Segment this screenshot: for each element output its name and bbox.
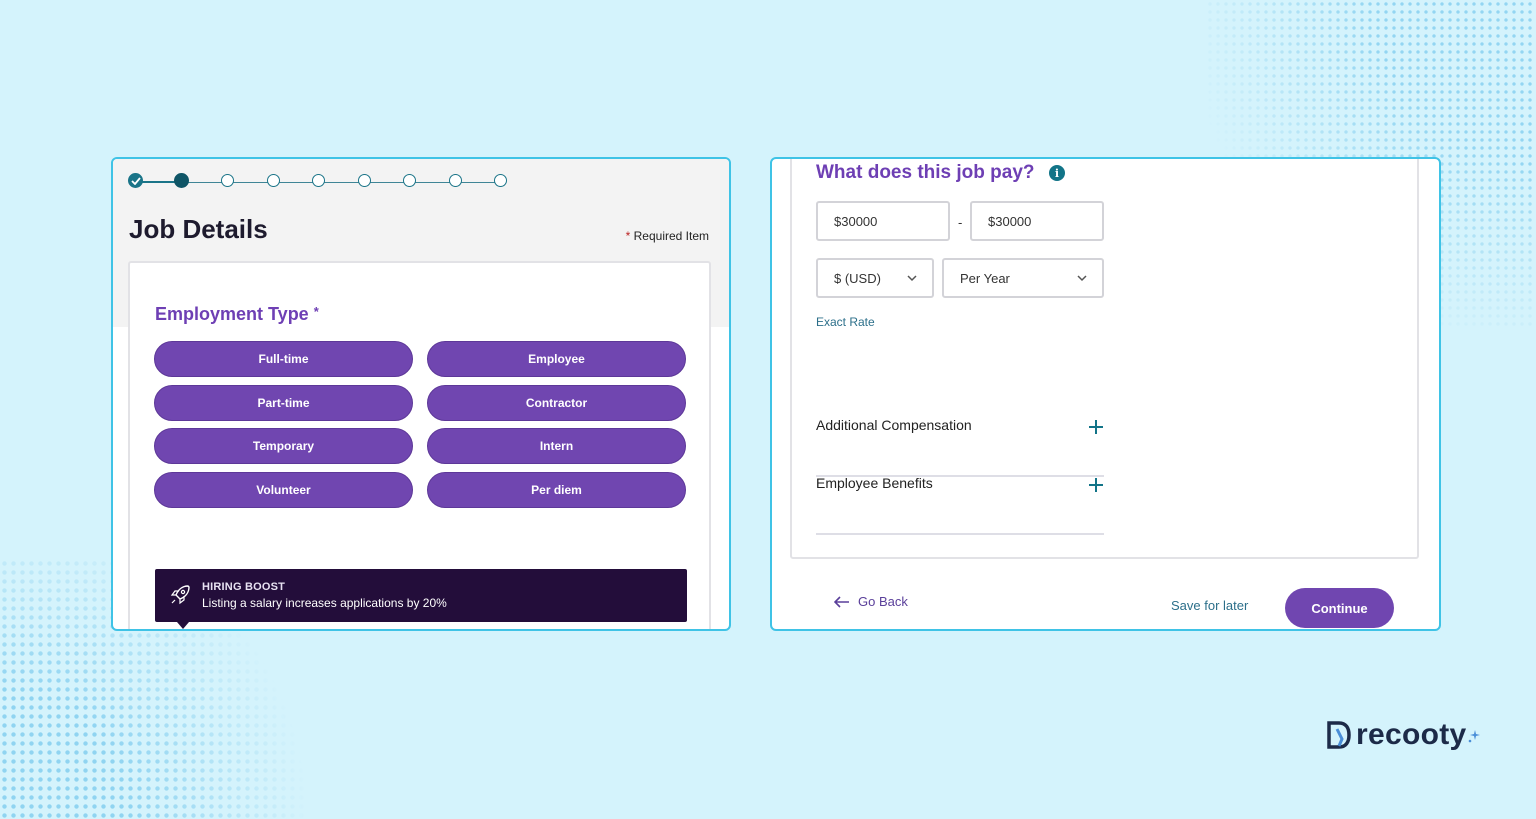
progress-stepper (128, 173, 508, 191)
option-employee[interactable]: Employee (427, 341, 686, 377)
step-1-complete[interactable] (128, 173, 143, 188)
rocket-icon (170, 585, 190, 605)
min-pay-field[interactable] (816, 201, 950, 241)
go-back-button[interactable]: Go Back (834, 594, 908, 609)
plus-icon[interactable] (1088, 477, 1104, 493)
go-back-label: Go Back (858, 594, 908, 609)
option-volunteer[interactable]: Volunteer (154, 472, 413, 508)
hiring-boost-title: HIRING BOOST (202, 581, 286, 593)
save-for-later-button[interactable]: Save for later (1171, 598, 1248, 613)
step-2-current[interactable] (174, 173, 189, 188)
recooty-logo: recooty (1326, 718, 1482, 752)
step-7[interactable] (403, 174, 416, 187)
hiring-boost-tooltip: HIRING BOOST Listing a salary increases … (155, 569, 687, 629)
chevron-down-icon (1077, 275, 1087, 282)
step-4[interactable] (267, 174, 280, 187)
option-part-time[interactable]: Part-time (154, 385, 413, 421)
pay-heading: What does this job pay? (816, 162, 1035, 183)
option-per-diem[interactable]: Per diem (427, 472, 686, 508)
brand-name: recooty (1356, 718, 1467, 751)
required-star: * (313, 304, 319, 319)
page-title: Job Details (129, 214, 268, 244)
employment-type-label: Employment Type (155, 304, 309, 324)
check-icon (131, 177, 141, 185)
currency-value: $ (USD) (834, 270, 881, 286)
employment-type-heading: Employment Type * (155, 304, 319, 325)
info-icon[interactable]: i (1049, 165, 1065, 181)
hiring-boost-text: Listing a salary increases applications … (202, 596, 447, 610)
max-pay-field[interactable] (970, 201, 1104, 241)
continue-button[interactable]: Continue (1285, 588, 1394, 628)
max-pay-input[interactable] (988, 213, 1102, 229)
step-3[interactable] (221, 174, 234, 187)
option-intern[interactable]: Intern (427, 428, 686, 464)
step-5[interactable] (312, 174, 325, 187)
arrow-left-icon (834, 595, 849, 608)
recooty-logo-icon (1327, 721, 1351, 749)
range-separator: - (958, 215, 963, 230)
option-temporary[interactable]: Temporary (154, 428, 413, 464)
employee-benefits-label: Employee Benefits (816, 475, 933, 491)
sparkle-icon (1469, 730, 1481, 743)
step-8[interactable] (449, 174, 462, 187)
currency-select[interactable]: $ (USD) (816, 258, 934, 298)
additional-compensation-row[interactable]: Additional Compensation (816, 417, 1104, 477)
job-pay-panel: What does this job pay? i - $ (USD) Per … (770, 157, 1441, 631)
additional-compensation-label: Additional Compensation (816, 417, 972, 433)
required-item-note: * Required Item (626, 229, 709, 243)
plus-icon[interactable] (1088, 419, 1104, 435)
employee-benefits-row[interactable]: Employee Benefits (816, 475, 1104, 535)
tooltip-pointer (177, 622, 189, 629)
option-contractor[interactable]: Contractor (427, 385, 686, 421)
required-star: * (625, 229, 631, 243)
period-select[interactable]: Per Year (942, 258, 1104, 298)
step-6[interactable] (358, 174, 371, 187)
required-label: Required Item (633, 229, 709, 243)
option-full-time[interactable]: Full-time (154, 341, 413, 377)
min-pay-input[interactable] (834, 213, 948, 229)
employment-type-card: Employment Type * Full-time Employee Par… (128, 261, 711, 629)
step-9[interactable] (494, 174, 507, 187)
chevron-down-icon (907, 275, 917, 282)
job-details-panel: Job Details * Required Item Employment T… (111, 157, 731, 631)
period-value: Per Year (960, 270, 1010, 286)
exact-rate-link[interactable]: Exact Rate (816, 315, 875, 329)
